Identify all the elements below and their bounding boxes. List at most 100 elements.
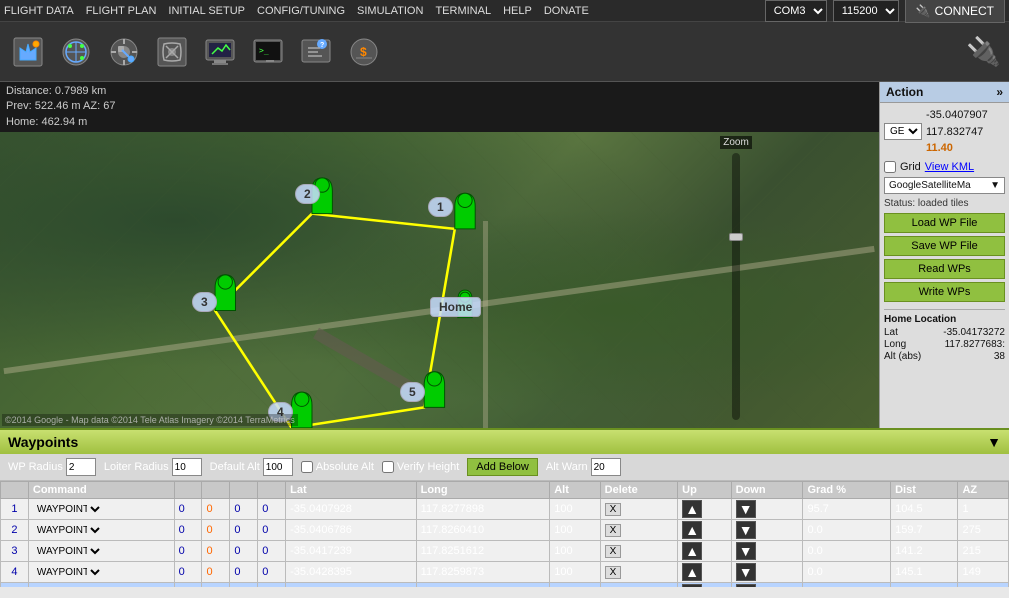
help-icon[interactable]: ? <box>296 32 336 72</box>
baud-rate-select[interactable]: 115200 <box>833 0 899 22</box>
wp-c3-cell[interactable]: 0 <box>230 541 258 562</box>
wp-up-cell[interactable]: ▲ <box>678 499 731 520</box>
table-row[interactable]: 2 WAYPOINT 0 0 0 0 -35.0406786 117.82604… <box>1 520 1009 541</box>
menu-initial-setup[interactable]: INITIAL SETUP <box>168 5 245 17</box>
wp-c2-cell[interactable]: 0 <box>202 499 230 520</box>
terminal-icon[interactable]: >_ <box>248 32 288 72</box>
wp-c3-cell[interactable]: 0 <box>230 499 258 520</box>
flight-data-icon[interactable] <box>8 32 48 72</box>
wp-delete-cell[interactable]: X <box>600 520 678 541</box>
wp-command-select[interactable]: WAYPOINT <box>33 545 103 558</box>
initial-setup-icon[interactable] <box>104 32 144 72</box>
absolute-alt-checkbox[interactable] <box>301 461 313 473</box>
down-button[interactable]: ▼ <box>736 563 756 581</box>
down-button[interactable]: ▼ <box>736 584 756 587</box>
wp-num-cell[interactable]: 2 <box>1 520 29 541</box>
wp-c4-cell[interactable]: 0 <box>258 562 286 583</box>
wp-down-cell[interactable]: ▼ <box>731 541 803 562</box>
wp-up-cell[interactable]: ▲ <box>678 541 731 562</box>
table-row[interactable]: 5 WAYPOINT 0 0 0 0 -35.0427165 117.82745… <box>1 583 1009 588</box>
wp-down-cell[interactable]: ▼ <box>731 562 803 583</box>
load-wp-file-button[interactable]: Load WP File <box>884 213 1005 233</box>
wp-c4-cell[interactable]: 0 <box>258 583 286 588</box>
wp-command-cell[interactable]: WAYPOINT <box>28 520 174 541</box>
wp-up-cell[interactable]: ▲ <box>678 520 731 541</box>
delete-button[interactable]: X <box>605 587 622 588</box>
up-button[interactable]: ▲ <box>682 563 702 581</box>
wp-command-select[interactable]: WAYPOINT <box>33 503 103 516</box>
wp-down-cell[interactable]: ▼ <box>731 499 803 520</box>
wp-delete-cell[interactable]: X <box>600 583 678 588</box>
wp-c2-cell[interactable]: 0 <box>202 520 230 541</box>
wp-c2-cell[interactable]: 0 <box>202 583 230 588</box>
wp-num-cell[interactable]: 3 <box>1 541 29 562</box>
config-tuning-icon[interactable] <box>152 32 192 72</box>
grid-checkbox[interactable] <box>884 161 896 173</box>
zoom-track[interactable] <box>732 153 740 420</box>
wp-up-cell[interactable]: ▲ <box>678 583 731 588</box>
delete-button[interactable]: X <box>605 545 622 558</box>
menu-donate[interactable]: DONATE <box>544 5 589 17</box>
delete-button[interactable]: X <box>605 503 622 516</box>
wp-num-cell[interactable]: 4 <box>1 562 29 583</box>
com-port-select[interactable]: COM3 <box>765 0 827 22</box>
wp-command-cell[interactable]: WAYPOINT <box>28 562 174 583</box>
read-wps-button[interactable]: Read WPs <box>884 259 1005 279</box>
default-alt-input[interactable] <box>263 458 293 476</box>
simulation-icon[interactable] <box>200 32 240 72</box>
down-button[interactable]: ▼ <box>736 500 756 518</box>
wp-c1-cell[interactable]: 0 <box>174 499 202 520</box>
wp-c3-cell[interactable]: 0 <box>230 562 258 583</box>
wp-down-cell[interactable]: ▼ <box>731 520 803 541</box>
write-wps-button[interactable]: Write WPs <box>884 282 1005 302</box>
geo-type-select[interactable]: GEO <box>884 123 922 140</box>
wp-command-cell[interactable]: WAYPOINT <box>28 541 174 562</box>
add-below-button[interactable]: Add Below <box>467 458 538 476</box>
wp-delete-cell[interactable]: X <box>600 499 678 520</box>
verify-height-checkbox[interactable] <box>382 461 394 473</box>
menu-flight-plan[interactable]: FLIGHT PLAN <box>86 5 157 17</box>
wp-command-select[interactable]: WAYPOINT <box>33 566 103 579</box>
wp-command-select[interactable]: WAYPOINT <box>33 587 103 588</box>
menu-simulation[interactable]: SIMULATION <box>357 5 423 17</box>
wp-down-cell[interactable]: ▼ <box>731 583 803 588</box>
save-wp-file-button[interactable]: Save WP File <box>884 236 1005 256</box>
connect-button[interactable]: 🔌 CONNECT <box>905 0 1005 23</box>
menu-flight-data[interactable]: FLIGHT DATA <box>4 5 74 17</box>
table-row[interactable]: 1 WAYPOINT 0 0 0 0 -35.0407928 117.82778… <box>1 499 1009 520</box>
table-row[interactable]: 3 WAYPOINT 0 0 0 0 -35.0417239 117.82516… <box>1 541 1009 562</box>
down-button[interactable]: ▼ <box>736 542 756 560</box>
wp-c3-cell[interactable]: 0 <box>230 583 258 588</box>
wp-c2-cell[interactable]: 0 <box>202 541 230 562</box>
wp-table-container[interactable]: Command Lat Long Alt Delete Up Down Grad… <box>0 481 1009 587</box>
wp-c4-cell[interactable]: 0 <box>258 520 286 541</box>
down-button[interactable]: ▼ <box>736 521 756 539</box>
wp-command-cell[interactable]: WAYPOINT <box>28 583 174 588</box>
delete-button[interactable]: X <box>605 566 622 579</box>
wp-command-cell[interactable]: WAYPOINT <box>28 499 174 520</box>
wp-c1-cell[interactable]: 0 <box>174 520 202 541</box>
wp-command-select[interactable]: WAYPOINT <box>33 524 103 537</box>
wp-c4-cell[interactable]: 0 <box>258 541 286 562</box>
menu-terminal[interactable]: TERMINAL <box>435 5 491 17</box>
up-button[interactable]: ▲ <box>682 521 702 539</box>
menu-help[interactable]: HELP <box>503 5 532 17</box>
up-button[interactable]: ▲ <box>682 584 702 587</box>
waypoints-collapse-icon[interactable]: ▼ <box>987 434 1001 450</box>
map-type-select[interactable]: GoogleSatelliteMa ▼ <box>884 177 1005 194</box>
up-button[interactable]: ▲ <box>682 542 702 560</box>
wp-c3-cell[interactable]: 0 <box>230 520 258 541</box>
wp-delete-cell[interactable]: X <box>600 562 678 583</box>
up-button[interactable]: ▲ <box>682 500 702 518</box>
view-kml-link[interactable]: View KML <box>925 161 974 173</box>
loiter-radius-input[interactable] <box>172 458 202 476</box>
delete-button[interactable]: X <box>605 524 622 537</box>
wp-up-cell[interactable]: ▲ <box>678 562 731 583</box>
wp-num-cell[interactable]: 5 <box>1 583 29 588</box>
menu-config-tuning[interactable]: CONFIG/TUNING <box>257 5 345 17</box>
wp-num-cell[interactable]: 1 <box>1 499 29 520</box>
wp-c2-cell[interactable]: 0 <box>202 562 230 583</box>
alt-warn-input[interactable] <box>591 458 621 476</box>
wp-c4-cell[interactable]: 0 <box>258 499 286 520</box>
table-row[interactable]: 4 WAYPOINT 0 0 0 0 -35.0428395 117.82598… <box>1 562 1009 583</box>
